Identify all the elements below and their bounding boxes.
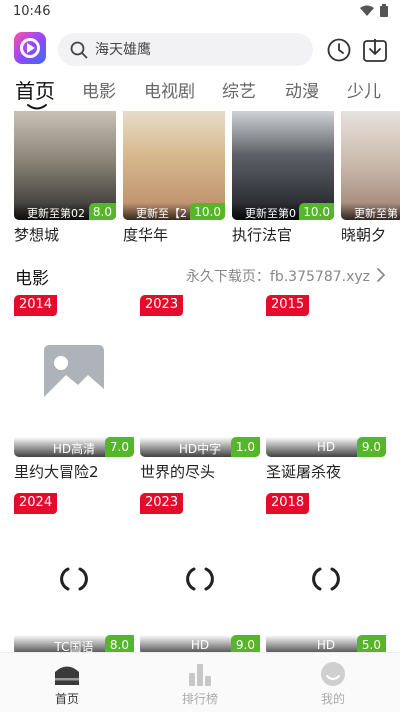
series-poster: 更新至第0 10.0: [232, 111, 334, 220]
chevron-right-icon[interactable]: [376, 268, 386, 282]
loading-spinner-icon: [60, 567, 88, 591]
series-poster: 更新至第02 8.0: [14, 111, 116, 220]
movie-title: 里约大冒险2: [14, 463, 99, 481]
app-logo-icon[interactable]: [14, 32, 46, 64]
series-card[interactable]: 更新至【2 10.0 度华年: [123, 111, 225, 245]
update-status: 更新至第: [341, 203, 400, 220]
movie-card[interactable]: 2023 HD中字 1.0 世界的尽头: [140, 295, 260, 482]
loading-spinner-icon: [312, 567, 340, 591]
image-placeholder-icon: [44, 345, 104, 405]
tab-home[interactable]: 首页: [15, 75, 55, 104]
year-badge: 2014: [14, 295, 58, 316]
battery-icon: [380, 4, 388, 17]
search-bar[interactable]: [58, 33, 313, 66]
tab-kids[interactable]: 少儿: [347, 77, 381, 102]
series-poster: 更新至第: [341, 111, 400, 220]
score-badge: 10.0: [299, 203, 334, 220]
movie-card[interactable]: 2024 TC国语 8.0: [14, 493, 134, 655]
movie-poster: 2023 HD中字 1.0: [140, 295, 260, 457]
status-time: 10:46: [13, 4, 51, 19]
tab-tv-series[interactable]: 电视剧: [144, 77, 195, 102]
movie-card[interactable]: 2023 HD 9.0: [140, 493, 260, 655]
movie-poster: 2024 TC国语 8.0: [14, 493, 134, 655]
category-tabs: 首页 电影 电视剧 综艺 动漫 少儿: [0, 75, 400, 111]
nav-label: 我的: [320, 692, 345, 706]
status-bar: 10:46: [0, 0, 400, 24]
year-badge: 2015: [266, 295, 310, 316]
movie-poster: 2014 HD高清 7.0: [14, 295, 134, 457]
nav-label: 首页: [54, 692, 79, 706]
tab-anime[interactable]: 动漫: [285, 77, 319, 102]
series-title: 梦想城: [14, 226, 60, 244]
series-card[interactable]: 更新至第02 8.0 梦想城: [14, 111, 116, 245]
ranking-icon: [189, 664, 211, 686]
series-card[interactable]: 更新至第0 10.0 执行法官: [232, 111, 334, 245]
series-title: 晓朝夕: [341, 226, 387, 244]
movie-poster: 2015 HD 9.0: [266, 295, 386, 457]
download-icon[interactable]: [362, 37, 388, 63]
loading-spinner-icon: [186, 567, 214, 591]
search-icon: [70, 41, 88, 59]
series-poster: 更新至【2 10.0: [123, 111, 225, 220]
nav-ranking[interactable]: 排行榜: [160, 661, 240, 707]
score-badge: 9.0: [356, 437, 386, 457]
movie-poster: 2018 HD 5.0: [266, 493, 386, 655]
score-badge: 10.0: [190, 203, 225, 220]
series-title: 度华年: [123, 226, 169, 244]
movie-title: 世界的尽头: [140, 463, 216, 481]
profile-icon: [321, 662, 345, 686]
series-card[interactable]: 更新至第 晓朝夕: [341, 111, 400, 245]
tab-movies[interactable]: 电影: [82, 77, 116, 102]
bottom-nav: 首页 排行榜 我的: [0, 652, 400, 712]
nav-profile[interactable]: 我的: [293, 661, 373, 707]
nav-home[interactable]: 首页: [27, 661, 107, 707]
movie-poster: 2023 HD 9.0: [140, 493, 260, 655]
movie-section-header: 电影 永久下载页：fb.375787.xyz: [0, 262, 400, 289]
wifi-icon: [360, 5, 374, 16]
year-badge: 2024: [14, 493, 58, 514]
score-badge: 7.0: [104, 437, 134, 457]
section-title: 电影: [15, 269, 49, 289]
movie-card[interactable]: 2018 HD 5.0: [266, 493, 386, 655]
movie-card[interactable]: 2014 HD高清 7.0 里约大冒险2: [14, 295, 134, 482]
home-icon: [55, 666, 79, 685]
movie-title: 圣诞屠杀夜: [266, 463, 342, 481]
search-input[interactable]: [95, 39, 295, 61]
year-badge: 2023: [140, 295, 184, 316]
series-title: 执行法官: [232, 226, 293, 244]
year-badge: 2018: [266, 493, 310, 514]
nav-label: 排行榜: [181, 692, 218, 706]
download-page-link[interactable]: 永久下载页：fb.375787.xyz: [186, 266, 370, 286]
active-tab-indicator: [27, 104, 47, 110]
header: [0, 30, 400, 70]
top-series-row: 更新至第02 8.0 梦想城 更新至【2 10.0 度华年 更新至第0 10.0…: [0, 111, 400, 246]
tab-variety[interactable]: 综艺: [222, 77, 256, 102]
movie-card[interactable]: 2015 HD 9.0 圣诞屠杀夜: [266, 295, 386, 482]
score-badge: 8.0: [88, 203, 116, 220]
history-clock-icon[interactable]: [326, 37, 352, 63]
year-badge: 2023: [140, 493, 184, 514]
score-badge: 1.0: [230, 437, 260, 457]
